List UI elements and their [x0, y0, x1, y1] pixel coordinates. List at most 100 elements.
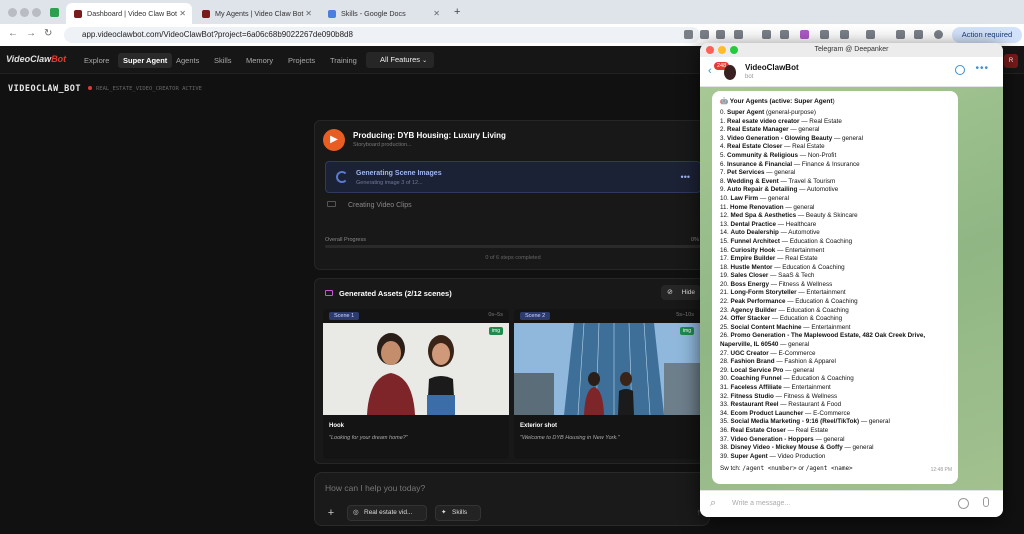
- nav-projects[interactable]: Projects: [288, 56, 315, 65]
- paperclip-icon[interactable]: ⌕: [710, 497, 716, 510]
- videoclawbot-favicon-icon: [202, 9, 210, 18]
- scene-card[interactable]: Scene 1 0s–5s img Hook "Looking for your…: [323, 309, 509, 459]
- scene-badge: Scene 1: [329, 312, 360, 320]
- telegram-titlebar: Telegram @ Deepanker: [700, 43, 1003, 57]
- close-tab-icon[interactable]: ✕: [433, 9, 440, 18]
- agent-list-item: 16. Curiosity Hook — Entertainment: [720, 246, 825, 254]
- agent-status: REAL_ESTATE_VIDEO_CREATOR ACTIVE: [88, 86, 202, 92]
- agent-list-item: 36. Real Estate Closer — Real Estate: [720, 426, 829, 434]
- switch-instructions: Sw tch: /agent <number> or /agent <name>: [720, 465, 853, 472]
- extension-icon[interactable]: [840, 30, 849, 39]
- assets-title: Generated Assets (2/12 scenes): [339, 289, 452, 298]
- agent-list-item: 5. Community & Religious — Non-Profit: [720, 151, 837, 159]
- back-arrow-icon[interactable]: ←: [8, 28, 18, 39]
- bookmark-star-icon[interactable]: [734, 30, 743, 39]
- tab-group-icon[interactable]: [50, 8, 59, 17]
- action-required-button[interactable]: Action required: [952, 27, 1022, 43]
- agent-list-item: 6. Insurance & Financial — Finance & Ins…: [720, 160, 860, 168]
- agent-list-item: 11. Home Renovation — general: [720, 203, 815, 211]
- video-camera-icon: [327, 201, 336, 207]
- tab-google-docs[interactable]: Skills - Google Docs ✕: [320, 3, 446, 24]
- tab-search-icon[interactable]: [914, 30, 923, 39]
- add-attachment-button[interactable]: +: [323, 505, 339, 521]
- reload-icon[interactable]: ↻: [44, 28, 52, 39]
- skills-select-chip[interactable]: ✦ Skills: [435, 505, 481, 521]
- telegram-window: Telegram @ Deepanker ‹ 248 VideoClawBot …: [700, 43, 1003, 517]
- message-input[interactable]: Write a message...: [732, 500, 790, 507]
- maximize-window-button[interactable]: [730, 46, 738, 54]
- chat-input[interactable]: How can I help you today?: [325, 483, 425, 493]
- key-icon[interactable]: [700, 30, 709, 39]
- agent-list-item: 8. Wedding & Event — Travel & Tourism: [720, 177, 836, 185]
- telegram-chat-area: 🤖 Your Agents (active: Super Agent) 0. S…: [700, 87, 1003, 517]
- image-tag: img: [488, 327, 503, 335]
- hide-assets-button[interactable]: ⊘ Hide: [661, 285, 701, 300]
- chat-composer[interactable]: How can I help you today? + ◎ Real estate…: [314, 472, 710, 526]
- profile-avatar-icon[interactable]: [934, 30, 943, 39]
- tab-my-agents[interactable]: My Agents | Video Claw Bot ✕: [194, 3, 318, 24]
- browser-chrome: Dashboard | Video Claw Bot ✕ My Agents |…: [0, 0, 1024, 46]
- more-dots-icon[interactable]: •••: [975, 63, 989, 74]
- extension-icon[interactable]: [820, 30, 829, 39]
- close-window-button[interactable]: [706, 46, 714, 54]
- agent-list-item: 27. UGC Creator — E-Commerce: [720, 349, 816, 357]
- image-tag: img: [679, 327, 694, 335]
- bot-icon: ◎: [353, 509, 359, 516]
- extension-badge-icon[interactable]: [800, 30, 809, 39]
- nav-skills[interactable]: Skills: [214, 56, 232, 65]
- agent-list-item: 38. Disney Video - Mickey Mouse & Goffy …: [720, 444, 874, 452]
- microphone-icon[interactable]: [983, 497, 989, 507]
- agent-list-item: 3. Video Generation - Glowing Beauty — g…: [720, 134, 864, 142]
- close-window-button[interactable]: [8, 8, 17, 17]
- agent-list-item: 29. Local Service Pro — general: [720, 366, 815, 374]
- screen-share-icon[interactable]: [684, 30, 693, 39]
- url-field[interactable]: app.videoclawbot.com/VideoClawBot?projec…: [64, 27, 700, 43]
- agent-list-item: 33. Restaurant Reel — Restaurant & Food: [720, 401, 842, 409]
- bot-name[interactable]: VideoClawBot: [745, 63, 799, 72]
- nav-explore[interactable]: Explore: [84, 56, 109, 65]
- agent-list-item: 20. Boss Energy — Fitness & Wellness: [720, 280, 833, 288]
- back-chevron-icon[interactable]: ‹: [708, 65, 712, 77]
- scene-card[interactable]: Scene 2 5s–10s img Exterior shot "Welcom…: [514, 309, 700, 459]
- scene-caption: Exterior shot: [520, 423, 558, 429]
- step-subtitle: Generating image 3 of 12...: [356, 180, 423, 186]
- maximize-window-button[interactable]: [32, 8, 41, 17]
- agent-list-item: 26. Promo Generation - The Maplewood Est…: [720, 332, 926, 349]
- camera-extension-icon[interactable]: [762, 30, 771, 39]
- scene-image-building: [514, 323, 700, 415]
- download-icon[interactable]: [896, 30, 905, 39]
- search-icon[interactable]: [955, 65, 965, 75]
- agent-list-item: 18. Hustle Mentor — Education & Coaching: [720, 263, 845, 271]
- user-avatar[interactable]: R: [1004, 54, 1018, 68]
- app-logo[interactable]: VideoClawBot: [6, 54, 66, 64]
- chevron-down-icon: ⌄: [422, 58, 428, 64]
- nav-agents[interactable]: Agents: [176, 56, 199, 65]
- minimize-window-button[interactable]: [20, 8, 29, 17]
- emoji-icon[interactable]: [958, 498, 969, 509]
- forward-arrow-icon[interactable]: →: [26, 28, 36, 39]
- minimize-window-button[interactable]: [718, 46, 726, 54]
- tab-dashboard[interactable]: Dashboard | Video Claw Bot ✕: [66, 3, 192, 24]
- new-tab-button[interactable]: +: [454, 6, 460, 18]
- zoom-icon[interactable]: [716, 30, 725, 39]
- nav-memory[interactable]: Memory: [246, 56, 273, 65]
- production-card: ▶ Producing: DYB Housing: Luxury Living …: [314, 120, 710, 270]
- close-tab-icon[interactable]: ✕: [179, 9, 186, 18]
- overall-progress-bar: [325, 245, 701, 248]
- agent-list-item: 19. Sales Closer — SaaS & Tech: [720, 272, 815, 280]
- close-tab-icon[interactable]: ✕: [305, 9, 312, 18]
- agent-list-item: 21. Long-Form Storyteller — Entertainmen…: [720, 289, 846, 297]
- nav-super-agent[interactable]: Super Agent: [118, 53, 173, 68]
- bot-avatar[interactable]: [724, 65, 736, 80]
- scene-header: Scene 1 0s–5s: [323, 309, 509, 323]
- agent-list-item: 25. Social Content Machine — Entertainme…: [720, 323, 851, 331]
- extension-icon[interactable]: [780, 30, 789, 39]
- page-title: VIDEOCLAW_BOT: [8, 84, 82, 94]
- all-features-dropdown[interactable]: All Features ⌄: [366, 52, 434, 68]
- agent-list-item: 35. Social Media Marketing - 9:16 (Reel/…: [720, 418, 890, 426]
- scene-time: 0s–5s: [488, 312, 503, 318]
- more-dots-icon[interactable]: •••: [681, 172, 690, 182]
- nav-training[interactable]: Training: [330, 56, 357, 65]
- sidebar-icon[interactable]: [866, 30, 875, 39]
- agent-select-chip[interactable]: ◎ Real estate vid...: [347, 505, 427, 521]
